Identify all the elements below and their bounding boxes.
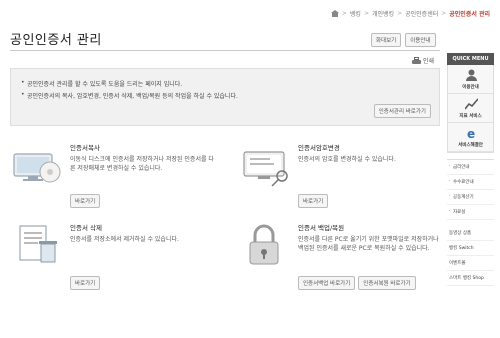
card-title: 인증서암호변경 xyxy=(298,144,340,152)
quick-link[interactable]: 자료실 xyxy=(447,205,494,220)
card-cert-copy: 인증서복사 이동식 디스크에 인증서를 저장하거나 저장된 인증서를 다른 저장… xyxy=(10,142,220,212)
printer-icon xyxy=(412,56,421,65)
quick-menu-title: QUICK MENU xyxy=(447,53,494,65)
cert-backup-go-button[interactable]: 인증서백업 바로가기 xyxy=(298,276,356,290)
title-buttons: 화대보기 이용안내 xyxy=(371,33,436,47)
breadcrumb-item[interactable]: 뱅킹 xyxy=(350,9,361,18)
cert-delete-go-button[interactable]: 바로가기 xyxy=(70,276,101,290)
quick-item-solution[interactable]: e 서비스해결안 xyxy=(448,123,493,152)
cert-copy-go-button[interactable]: 바로가기 xyxy=(70,194,101,208)
quick-extra[interactable]: 동영상 상품 xyxy=(447,226,494,241)
card-desc: 인증서를 저장소에서 제거하실 수 있습니다. xyxy=(70,236,179,243)
card-cert-delete: 인증서 삭제 인증서를 저장소에서 제거하실 수 있습니다. 바로가기 xyxy=(10,222,220,292)
quick-link[interactable]: 금리안내 xyxy=(447,160,494,175)
quick-extra[interactable]: 뱅킹 Switch xyxy=(447,241,494,256)
zoom-button[interactable]: 화대보기 xyxy=(371,33,402,47)
breadcrumb-current: 공인인증서 관리 xyxy=(449,11,490,18)
monitor-disc-icon xyxy=(13,153,61,183)
info-line: 공인인증서의 복사, 암호변경, 인증서 삭제, 백업/복원 등의 작업을 하실… xyxy=(21,91,439,100)
info-line: 공인인증서 관리를 할 수 있도록 도움을 드리는 페이지 입니다. xyxy=(21,79,439,88)
info-box: 공인인증서 관리를 할 수 있도록 도움을 드리는 페이지 입니다. 공인인증서… xyxy=(10,68,440,126)
cert-restore-go-button[interactable]: 인증서복원 바로가기 xyxy=(358,276,416,290)
breadcrumb-item[interactable]: 공인인증센터 xyxy=(405,9,438,18)
quick-extra[interactable]: 스마트 뱅킹 Shop xyxy=(447,271,494,286)
print-button[interactable]: 인쇄 xyxy=(412,56,434,65)
cert-password-go-button[interactable]: 바로가기 xyxy=(298,194,329,208)
card-title: 인증서 삭제 xyxy=(70,224,102,232)
quick-item-index[interactable]: 지표 서비스 xyxy=(448,94,493,123)
quick-link[interactable]: 수수료안내 xyxy=(447,175,494,190)
card-cert-backup: 인증서 백업/복원 인증서를 다른 PC로 옮기기 위한 포맷파일로 저장하거나… xyxy=(238,222,448,292)
breadcrumb: > 뱅킹 > 개인뱅킹 > 공인인증센터 > 공인인증서 관리 xyxy=(330,9,490,18)
quick-link[interactable]: 공동계산기 xyxy=(447,190,494,205)
monitor-key-icon xyxy=(243,151,288,187)
chart-line-icon xyxy=(465,98,478,110)
card-title: 인증서복사 xyxy=(70,144,100,152)
e-letter-icon: e xyxy=(467,127,475,139)
print-label: 인쇄 xyxy=(423,58,435,65)
breadcrumb-item[interactable]: 개인뱅킹 xyxy=(372,9,394,18)
quick-extra[interactable]: 이벤트몰 xyxy=(447,256,494,271)
page-title: 공인인증서 관리 xyxy=(10,33,102,48)
cert-manage-button[interactable]: 인증서관리 바로가기 xyxy=(373,104,431,118)
quick-item-label: 서비스해결안 xyxy=(458,143,483,148)
home-icon[interactable] xyxy=(330,10,339,17)
document-trash-icon xyxy=(19,225,57,263)
quick-item-guide[interactable]: 이용안내 xyxy=(448,65,493,94)
card-desc: 인증서를 다른 PC로 옮기기 위한 포맷파일로 저장하거나 백업된 인증서를 … xyxy=(298,236,439,252)
card-desc: 이동식 디스크에 인증서를 저장하거나 저장된 인증서를 다른 저장매체로 변경… xyxy=(70,156,214,172)
guide-button[interactable]: 이용안내 xyxy=(405,33,436,47)
quick-menu: QUICK MENU 이용안내 지표 서비스 e 서비스해결안 금리안내 수수료… xyxy=(447,53,494,286)
padlock-icon xyxy=(249,224,279,265)
person-icon xyxy=(466,69,477,81)
svg-text:e: e xyxy=(467,127,475,139)
card-title: 인증서 백업/복원 xyxy=(298,224,345,232)
card-cert-password: 인증서암호변경 인증서의 암호를 변경하실 수 있습니다. 바로가기 xyxy=(238,142,448,212)
title-divider xyxy=(10,50,440,51)
quick-item-label: 이용안내 xyxy=(462,85,479,90)
quick-item-label: 지표 서비스 xyxy=(459,114,482,119)
card-desc: 인증서의 암호를 변경하실 수 있습니다. xyxy=(298,156,396,163)
